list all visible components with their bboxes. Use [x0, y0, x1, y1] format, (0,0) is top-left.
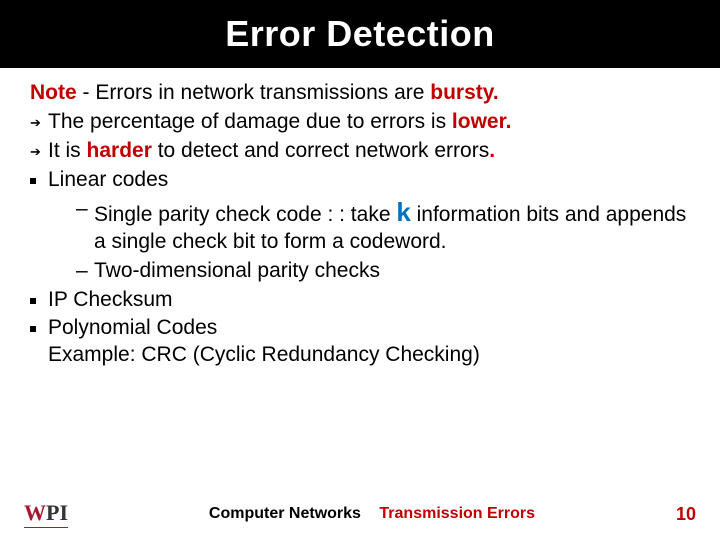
sub-two-dim: – Two-dimensional parity checks — [30, 258, 690, 285]
slide-footer: WPI Computer Networks Transmission Error… — [0, 500, 720, 528]
crc-example: Example: CRC (Cyclic Redundancy Checking… — [48, 343, 480, 366]
sub-parity: – Single parity check code : : take k in… — [30, 196, 690, 256]
arrow-icon: ➔ — [30, 109, 48, 132]
bullet-harder: ➔ It is harder to detect and correct net… — [30, 138, 690, 165]
bullet-text: The percentage of damage due to errors i… — [48, 109, 690, 136]
logo-w: W — [24, 500, 46, 526]
bullet-text: IP Checksum — [48, 287, 690, 314]
harder-word: harder — [87, 139, 152, 162]
bullet-percentage: ➔ The percentage of damage due to errors… — [30, 109, 690, 136]
note-dash: - — [77, 81, 96, 104]
bullet-ip-checksum: IP Checksum — [30, 287, 690, 314]
note-line: Note - Errors in network transmissions a… — [30, 80, 690, 107]
period: . — [506, 110, 512, 133]
lower-word: lower — [452, 110, 506, 133]
bullet-text: Linear codes — [48, 167, 690, 194]
bullet-text: It is harder to detect and correct netwo… — [48, 138, 690, 165]
note-text: Errors in network transmissions are — [95, 81, 430, 104]
bullet-text: Polynomial Codes Example: CRC (Cyclic Re… — [48, 315, 690, 369]
period: . — [489, 139, 495, 162]
k-variable: k — [396, 197, 410, 227]
txt: Polynomial Codes — [48, 316, 217, 339]
sub-text: Single parity check code : : take k info… — [94, 196, 690, 256]
logo-pi: PI — [46, 500, 68, 526]
sub-text: Two-dimensional parity checks — [94, 258, 690, 285]
footer-course: Computer Networks — [209, 505, 361, 522]
txt: Single parity check code : : take — [94, 203, 396, 226]
footer-topic: Transmission Errors — [379, 505, 535, 522]
square-bullet-icon — [30, 178, 36, 184]
note-bursty: bursty — [430, 81, 493, 104]
note-period: . — [493, 81, 499, 104]
slide-body: Note - Errors in network transmissions a… — [0, 68, 720, 369]
bullet-linear-codes: Linear codes — [30, 167, 690, 194]
page-number: 10 — [676, 504, 696, 525]
slide-title: Error Detection — [225, 13, 495, 55]
txt: The percentage of damage due to errors i… — [48, 110, 452, 133]
dash-bullet-icon: – — [76, 196, 94, 223]
dash-bullet-icon: – — [76, 258, 94, 285]
bullet-polynomial: Polynomial Codes Example: CRC (Cyclic Re… — [30, 315, 690, 369]
arrow-icon: ➔ — [30, 138, 48, 161]
square-bullet-icon — [30, 298, 36, 304]
square-bullet-icon — [30, 326, 36, 332]
txt: to detect and correct network errors — [152, 139, 489, 162]
note-label: Note — [30, 81, 77, 104]
footer-center: Computer Networks Transmission Errors — [68, 505, 676, 523]
title-band: Error Detection — [0, 0, 720, 68]
txt: It is — [48, 139, 87, 162]
wpi-logo: WPI — [24, 500, 68, 528]
